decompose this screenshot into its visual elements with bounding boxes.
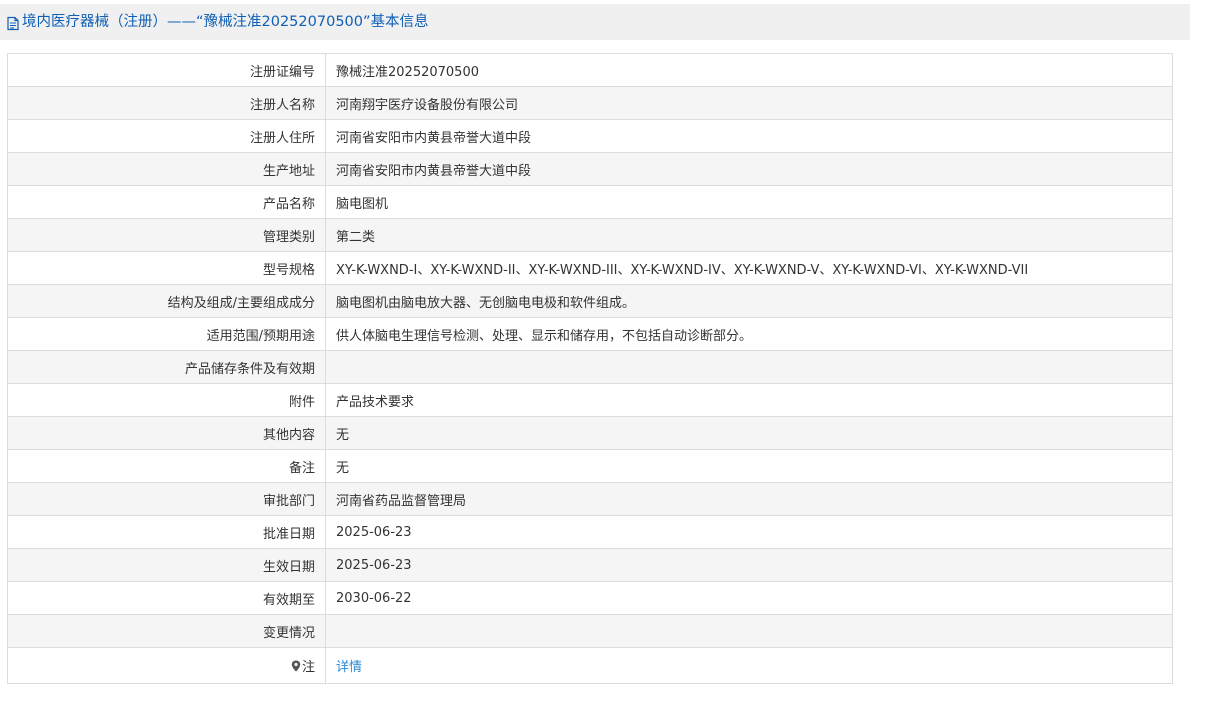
detail-panel: 境内医疗器械（注册）——“豫械注准20252070500”基本信息 注册证编号豫… <box>0 0 1190 707</box>
table-row: 注册人住所 河南省安阳市内黄县帝誉大道中段 <box>7 119 1173 153</box>
row-value <box>325 614 1173 648</box>
row-label: 管理类别 <box>7 218 326 252</box>
table-row: 型号规格 XY-K-WXND-I、XY-K-WXND-II、XY-K-WXND-I… <box>7 251 1173 285</box>
table-row: 产品储存条件及有效期 <box>7 350 1173 384</box>
details-link[interactable]: 详情 <box>336 660 362 675</box>
row-value: 河南省安阳市内黄县帝誉大道中段 <box>325 119 1173 153</box>
row-label: 产品储存条件及有效期 <box>7 350 326 384</box>
table-row: 备注无 <box>7 449 1173 483</box>
row-value: 无 <box>325 416 1173 450</box>
row-value: 2030-06-22 <box>325 581 1173 615</box>
table-row: 审批部门 河南省药品监督管理局 <box>7 482 1173 516</box>
table-row: 适用范围/预期用途 供人体脑电生理信号检测、处理、显示和储存用，不包括自动诊断部分… <box>7 317 1173 351</box>
row-label: 审批部门 <box>7 482 326 516</box>
row-value: 河南省安阳市内黄县帝誉大道中段 <box>325 152 1173 186</box>
row-label: 备注 <box>7 449 326 483</box>
header-bar: 境内医疗器械（注册）——“豫械注准20252070500”基本信息 <box>0 4 1190 40</box>
table-row: 管理类别 第二类 <box>7 218 1173 252</box>
table-row: 变更情况 <box>7 614 1173 648</box>
row-value: 第二类 <box>325 218 1173 252</box>
row-value: 河南省药品监督管理局 <box>325 482 1173 516</box>
table-row: 注册证编号 豫械注准20252070500 <box>7 53 1173 87</box>
scrollbar-area <box>1190 0 1216 707</box>
note-label: 注 <box>301 660 315 675</box>
row-value: XY-K-WXND-I、XY-K-WXND-II、XY-K-WXND-III、X… <box>325 251 1173 285</box>
row-label: 变更情况 <box>7 614 326 648</box>
table-row: 生效日期 2025-06-23 <box>7 548 1173 582</box>
row-value <box>325 350 1173 384</box>
table-row: 批准日期 2025-06-23 <box>7 515 1173 549</box>
row-label: 批准日期 <box>7 515 326 549</box>
row-value: 产品技术要求 <box>325 383 1173 417</box>
pin-icon <box>291 660 301 672</box>
row-value: 脑电图机 <box>325 185 1173 219</box>
row-label: 结构及组成/主要组成成分 <box>7 284 326 318</box>
table-row: 其他内容无 <box>7 416 1173 450</box>
info-table-body: 注册证编号 豫械注准20252070500 注册人名称 河南翔宇医疗设备股份有限公司… <box>7 53 1173 684</box>
row-label: 有效期至 <box>7 581 326 615</box>
row-value: 脑电图机由脑电放大器、无创脑电电极和软件组成。 <box>325 284 1173 318</box>
table-row: 生产地址 河南省安阳市内黄县帝誉大道中段 <box>7 152 1173 186</box>
row-label: 附件 <box>7 383 326 417</box>
row-label: 注册证编号 <box>7 53 326 87</box>
table-row: 产品名称 脑电图机 <box>7 185 1173 219</box>
row-label: 注册人住所 <box>7 119 326 153</box>
page: 境内医疗器械（注册）——“豫械注准20252070500”基本信息 注册证编号豫… <box>0 0 1216 707</box>
row-label: 适用范围/预期用途 <box>7 317 326 351</box>
table-row: 附件 产品技术要求 <box>7 383 1173 417</box>
page-title: 境内医疗器械（注册）——“豫械注准20252070500”基本信息 <box>22 13 429 30</box>
table-row: 结构及组成/主要组成成分 脑电图机由脑电放大器、无创脑电电极和软件组成。 <box>7 284 1173 318</box>
row-value: 河南翔宇医疗设备股份有限公司 <box>325 86 1173 120</box>
info-table: 注册证编号 豫械注准20252070500 注册人名称 河南翔宇医疗设备股份有限公司… <box>7 53 1173 684</box>
row-value: 2025-06-23 <box>325 548 1173 582</box>
row-value: 豫械注准20252070500 <box>325 53 1173 87</box>
row-label: 生效日期 <box>7 548 326 582</box>
note-value-cell: 详情 <box>325 647 1173 684</box>
row-label: 产品名称 <box>7 185 326 219</box>
table-row: 注册人名称 河南翔宇医疗设备股份有限公司 <box>7 86 1173 120</box>
table-row: 有效期至 2030-06-22 <box>7 581 1173 615</box>
note-label-cell: 注 <box>7 647 326 684</box>
row-label: 型号规格 <box>7 251 326 285</box>
row-label: 生产地址 <box>7 152 326 186</box>
document-icon <box>6 16 20 31</box>
row-label: 注册人名称 <box>7 86 326 120</box>
row-value: 供人体脑电生理信号检测、处理、显示和储存用，不包括自动诊断部分。 <box>325 317 1173 351</box>
row-label: 其他内容 <box>7 416 326 450</box>
row-value: 2025-06-23 <box>325 515 1173 549</box>
note-row: 注 详情 <box>7 647 1173 684</box>
row-value: 无 <box>325 449 1173 483</box>
